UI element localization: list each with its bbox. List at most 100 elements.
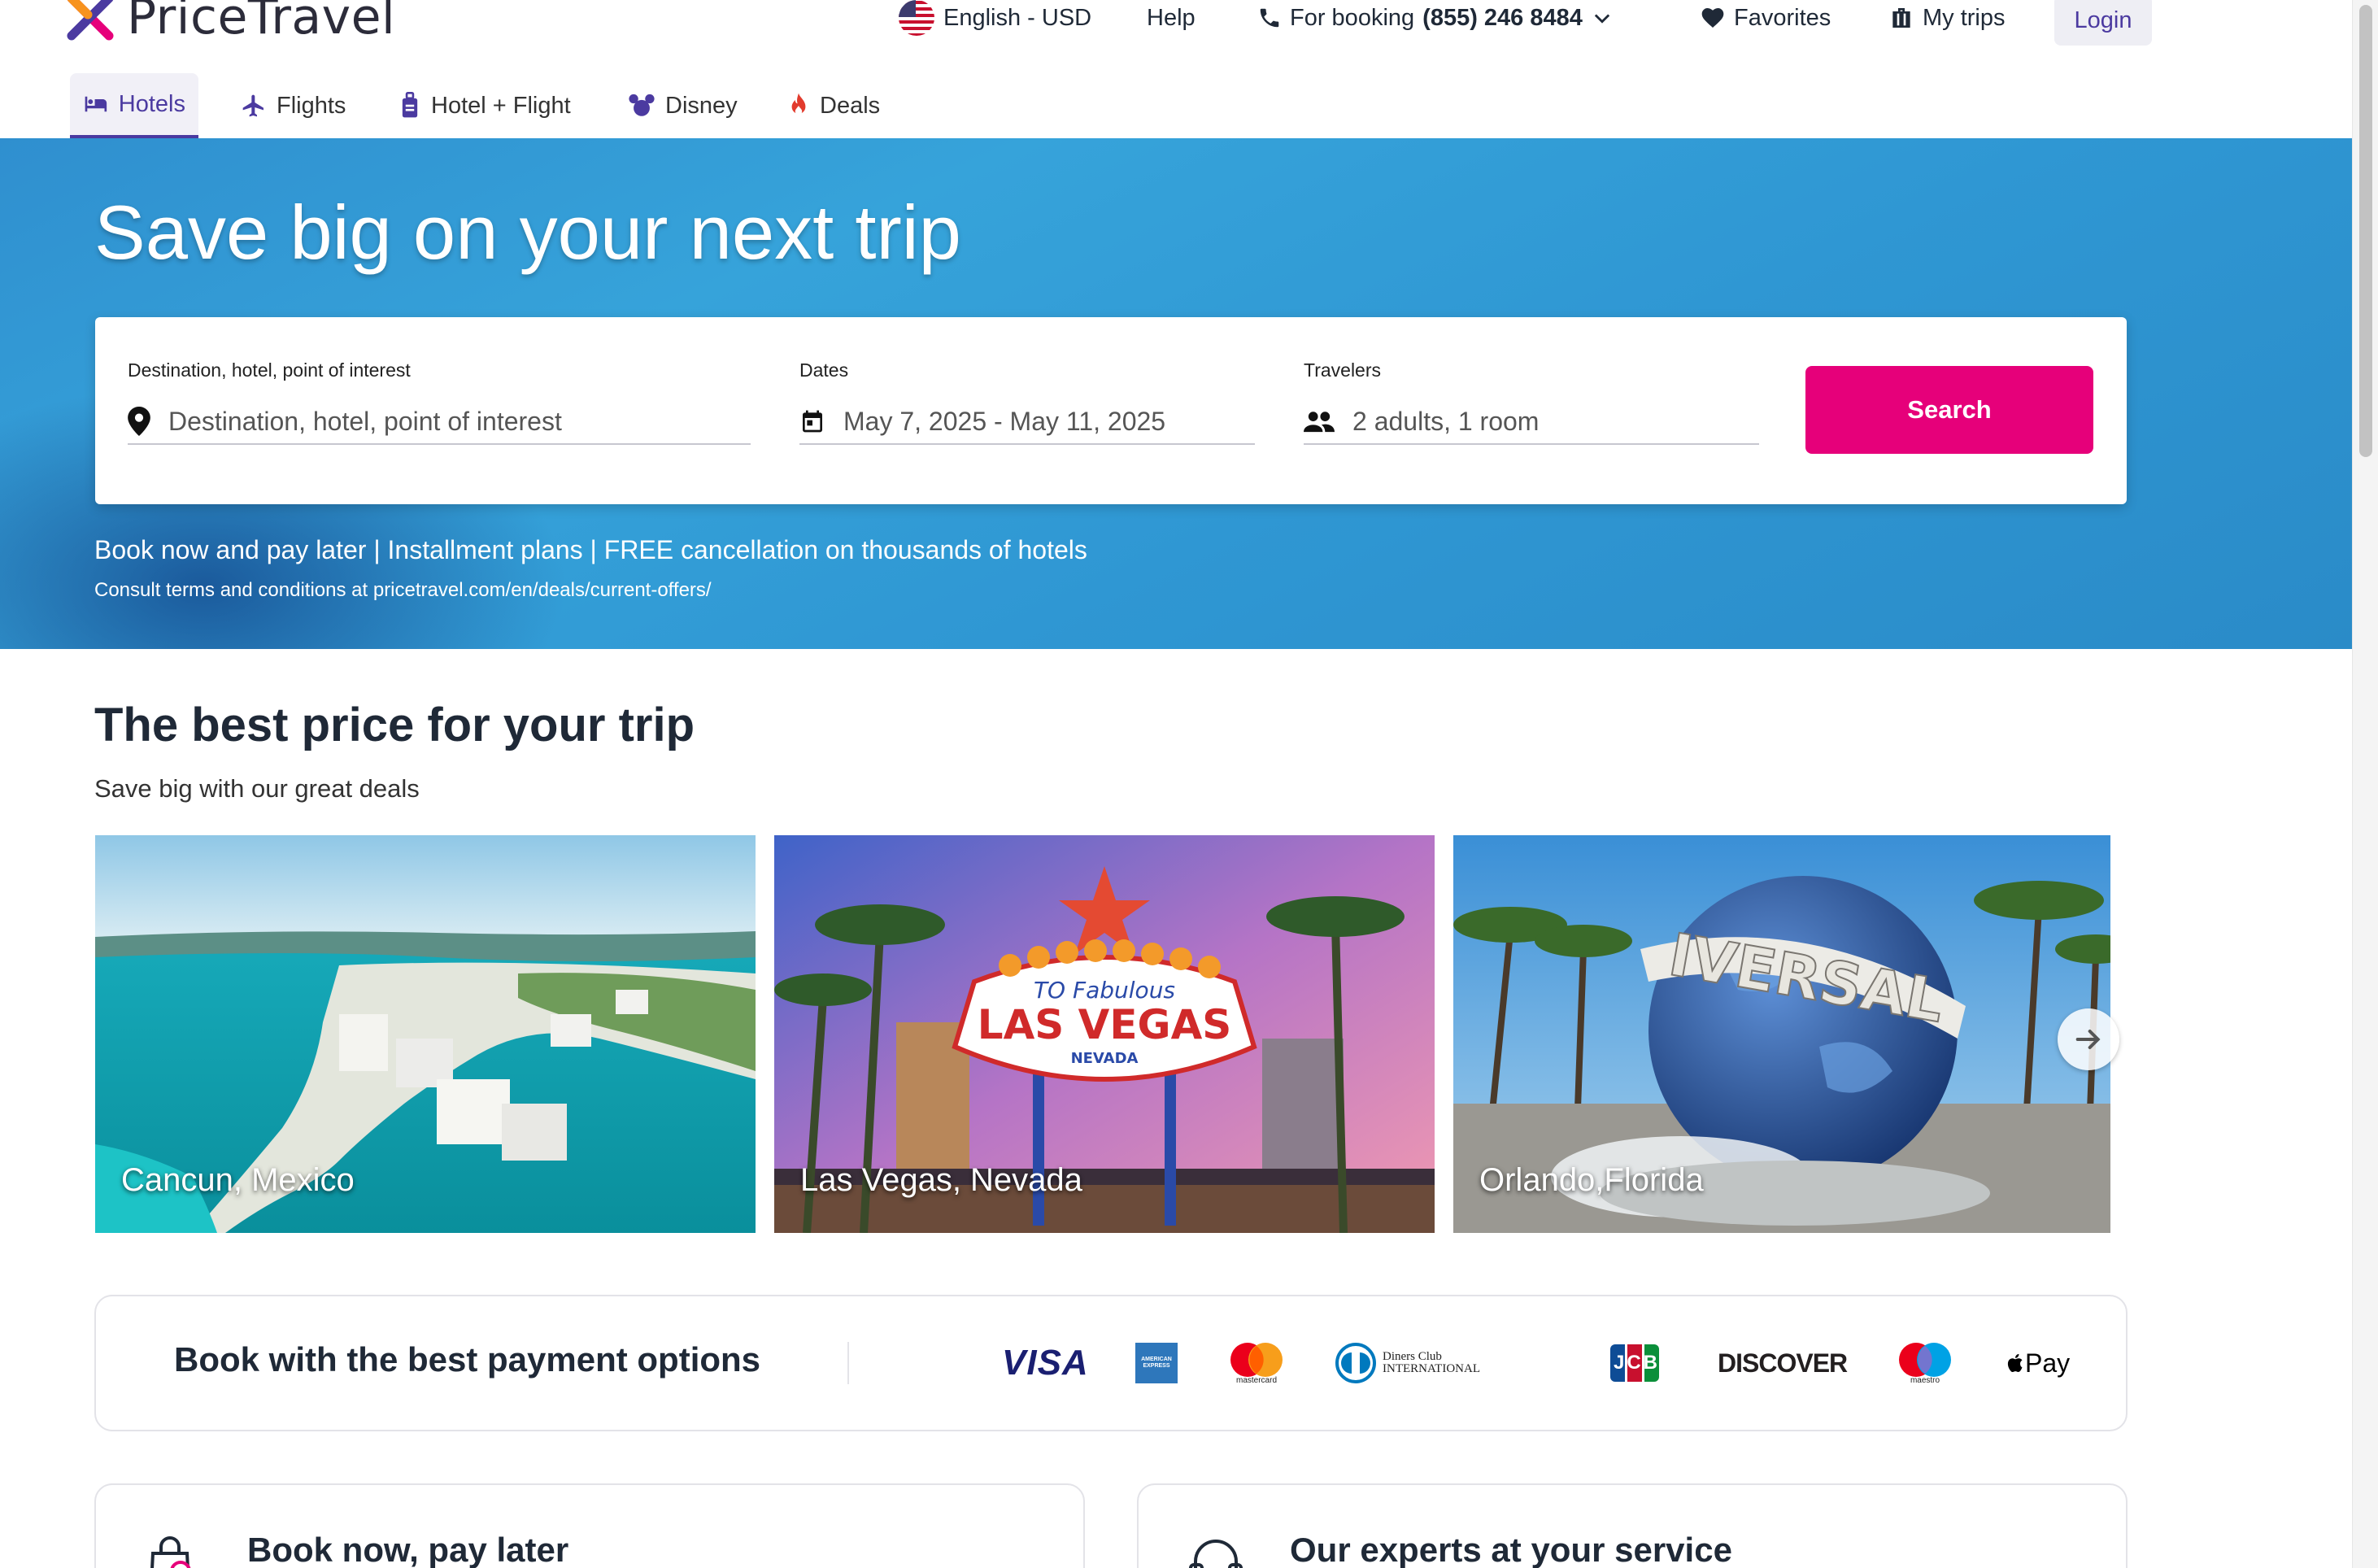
destination-label-cancun: Cancun, Mexico	[121, 1162, 355, 1198]
destination-card-orlando[interactable]: IVERSAL Orlando,Florida	[1453, 835, 2110, 1233]
maestro-text: maestro	[1910, 1375, 1940, 1385]
carousel-next-button[interactable]	[2058, 1008, 2119, 1070]
visa-logo: VISA	[1002, 1337, 1089, 1389]
destination-card-cancun[interactable]: Cancun, Mexico	[95, 835, 756, 1233]
travelers-input[interactable]: 2 adults, 1 room	[1304, 399, 1759, 445]
visa-text: VISA	[1002, 1343, 1089, 1383]
svg-text:NEVADA: NEVADA	[1071, 1050, 1139, 1067]
info-card-book-now-pay-later: Book now, pay later	[94, 1483, 1085, 1568]
chevron-down-icon	[1594, 14, 1610, 24]
tab-disney-label: Disney	[665, 92, 738, 119]
discover-logo: DISCOVER	[1718, 1337, 1848, 1389]
map-pin-icon	[128, 407, 150, 436]
maestro-logo: maestro	[1897, 1337, 1953, 1389]
booking-prefix: For booking	[1290, 4, 1415, 31]
tab-flights-label: Flights	[277, 92, 346, 119]
apple-icon	[2007, 1353, 2023, 1373]
destination-card-las-vegas[interactable]: TO Fabulous LAS VEGAS NEVADA Las Vegas, …	[774, 835, 1435, 1233]
deals-title: The best price for your trip	[94, 699, 695, 751]
destination-placeholder: Destination, hotel, point of interest	[168, 406, 562, 436]
tab-hotel-flight[interactable]: Hotel + Flight	[385, 73, 584, 138]
tab-disney[interactable]: Disney	[615, 73, 751, 138]
suitcase-icon	[1892, 8, 1910, 28]
destination-input[interactable]: Destination, hotel, point of interest	[128, 399, 751, 445]
favorites-label: Favorites	[1734, 4, 1831, 31]
svg-text:LAS VEGAS: LAS VEGAS	[978, 1001, 1232, 1048]
mastercard-text: mastercard	[1235, 1375, 1277, 1385]
tab-hotel-flight-label: Hotel + Flight	[431, 92, 571, 119]
favorites-link[interactable]: Favorites	[1700, 0, 1831, 36]
login-button[interactable]: Login	[2054, 0, 2152, 46]
amex-text: AMERICAN EXPRESS	[1141, 1357, 1172, 1369]
diners-club-icon	[1335, 1343, 1376, 1383]
apple-pay-logo: Pay	[2006, 1337, 2070, 1389]
mickey-icon	[629, 94, 655, 116]
travelers-value: 2 adults, 1 room	[1352, 406, 1540, 436]
tab-flights[interactable]: Flights	[228, 73, 359, 138]
bed-icon	[85, 96, 107, 112]
tab-deals-label: Deals	[820, 92, 881, 119]
diners-club-text: Diners Club INTERNATIONAL	[1383, 1350, 1480, 1375]
travelers-label: Travelers	[1304, 359, 1381, 381]
dates-label: Dates	[799, 359, 849, 381]
my-trips-label: My trips	[1923, 4, 2006, 31]
info-title-book-now: Book now, pay later	[247, 1531, 569, 1568]
destination-label-orlando: Orlando,Florida	[1479, 1162, 1704, 1198]
us-flag-icon	[899, 0, 934, 36]
help-label: Help	[1147, 4, 1196, 31]
dates-value: May 7, 2025 - May 11, 2025	[843, 406, 1166, 436]
brand-logo[interactable]: PriceTravel	[67, 0, 395, 46]
logo-mark-icon	[67, 0, 114, 41]
discover-text: DISCOVER	[1718, 1348, 1848, 1378]
booking-phone-number: (855) 246 8484	[1422, 4, 1583, 31]
diners-club-logo: Diners Club INTERNATIONAL	[1335, 1337, 1480, 1389]
calendar-icon	[803, 410, 822, 433]
booking-phone-dropdown[interactable]: For booking (855) 246 8484	[1257, 0, 1614, 36]
scrollbar-thumb[interactable]	[2359, 5, 2372, 457]
shopping-bag-clock-icon	[150, 1536, 191, 1568]
language-selector[interactable]: English - USD	[898, 0, 1091, 36]
plane-icon	[242, 94, 263, 117]
tab-hotels-label: Hotels	[118, 90, 185, 117]
dates-field: Dates May 7, 2025 - May 11, 2025	[799, 359, 1255, 445]
terms-link[interactable]: Consult terms and conditions at pricetra…	[94, 579, 712, 602]
help-link[interactable]: Help	[1147, 0, 1196, 36]
search-button[interactable]: Search	[1805, 366, 2093, 454]
maestro-icon	[1899, 1342, 1951, 1377]
hero-title: Save big on your next trip	[94, 189, 961, 275]
page-scrollbar[interactable]	[2352, 0, 2378, 1568]
dates-input[interactable]: May 7, 2025 - May 11, 2025	[799, 399, 1255, 445]
deals-subtitle: Save big with our great deals	[94, 774, 420, 803]
my-trips-link[interactable]: My trips	[1888, 0, 2006, 36]
luggage-icon	[402, 92, 418, 118]
headset-icon	[1189, 1540, 1243, 1568]
info-title-experts: Our experts at your service	[1290, 1531, 1732, 1568]
jcb-logo: JCB	[1610, 1337, 1659, 1389]
top-header: PriceTravel English - USD Help For booki…	[0, 0, 2352, 59]
tab-hotels[interactable]: Hotels	[70, 73, 198, 138]
heart-icon	[1701, 8, 1724, 28]
destination-label-las-vegas: Las Vegas, Nevada	[800, 1162, 1082, 1198]
people-icon	[1304, 412, 1335, 433]
payment-options-banner: Book with the best payment options VISA …	[94, 1295, 2128, 1431]
product-tabs: Hotels Flights Hotel + Flight Disney Dea…	[0, 73, 2352, 138]
mastercard-icon	[1230, 1342, 1283, 1377]
hero-banner: Save big on your next trip Destination, …	[0, 138, 2352, 649]
payment-divider	[847, 1342, 849, 1384]
jcb-text: JCB	[1614, 1352, 1661, 1374]
promo-text: Book now and pay later | Installment pla…	[94, 535, 1087, 564]
brand-name: PriceTravel	[127, 0, 396, 46]
travelers-field: Travelers 2 adults, 1 room	[1304, 359, 1759, 445]
destination-field: Destination, hotel, point of interest De…	[128, 359, 751, 445]
flame-icon	[791, 93, 806, 115]
language-label: English - USD	[943, 4, 1092, 31]
amex-logo: AMERICAN EXPRESS	[1135, 1337, 1178, 1389]
svg-text:TO Fabulous: TO Fabulous	[1034, 977, 1175, 1004]
mastercard-logo: mastercard	[1228, 1337, 1285, 1389]
arrow-right-icon	[2075, 1030, 2101, 1049]
tab-deals[interactable]: Deals	[774, 73, 893, 138]
info-card-experts: Our experts at your service	[1137, 1483, 2128, 1568]
apple-pay-text: Pay	[2025, 1348, 2071, 1378]
payment-title: Book with the best payment options	[174, 1340, 761, 1379]
phone-icon	[1260, 8, 1279, 28]
